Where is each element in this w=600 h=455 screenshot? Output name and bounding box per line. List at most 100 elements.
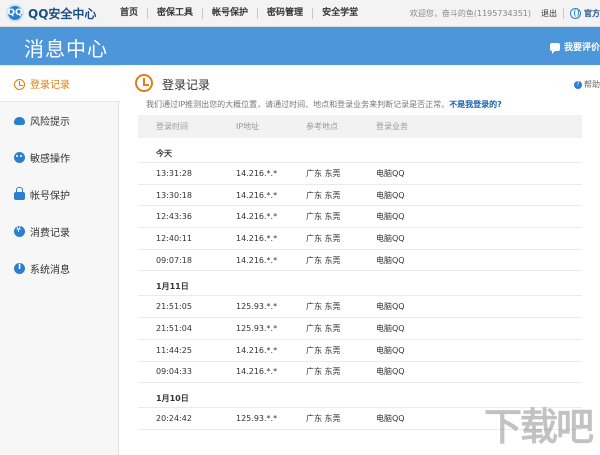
login-service: 电脑QQ — [376, 302, 405, 312]
top-bar: QQ QQ安全中心 首页 密保工具 帐号保护 密码管理 安全学堂 欢迎您，奋斗的… — [0, 0, 600, 27]
user-bar: 欢迎您，奋斗的鱼(1195734351) 退出 官方 — [410, 0, 600, 27]
table-row: 09:07:18 14.216.*.* 广东 东莞 电脑QQ — [138, 250, 582, 272]
clock-icon — [14, 79, 25, 90]
table-row: 12:40:11 14.216.*.* 广东 东莞 电脑QQ — [138, 228, 582, 250]
qq-logo-icon: QQ — [6, 4, 24, 22]
nav-home[interactable]: 首页 — [118, 8, 149, 19]
page-title: 消息中心 — [24, 37, 108, 61]
sidebar-item-login-records[interactable]: 登录记录 — [0, 65, 120, 102]
top-nav: 首页 密保工具 帐号保护 密码管理 安全学堂 — [118, 0, 367, 27]
ip-address: 14.216.*.* — [236, 255, 278, 265]
chat-icon — [549, 42, 560, 54]
sidebar-item-label: 敏感操作 — [30, 154, 70, 165]
nav-security-tools[interactable]: 密保工具 — [148, 8, 204, 19]
date-group-title: 1月11日 — [138, 271, 582, 297]
nav-security-school[interactable]: 安全学堂 — [313, 8, 367, 19]
section-header: 登录记录 ? 帮助 我们通过IP推测出您的大概位置，请通过时间、地点和登录业务来… — [120, 65, 600, 113]
page-header: 消息中心 我要评价 — [0, 27, 600, 65]
login-service: 电脑QQ — [376, 345, 405, 355]
help-icon: ? — [574, 80, 582, 89]
face-icon — [14, 152, 25, 163]
ip-address: 14.216.*.* — [236, 168, 278, 178]
location: 广东 东莞 — [306, 255, 341, 265]
ip-address: 125.93.*.* — [236, 302, 278, 312]
feedback-button[interactable]: 我要评价 — [549, 40, 600, 54]
logo-text: QQ安全中心 — [28, 6, 97, 21]
ip-address: 14.216.*.* — [236, 190, 278, 200]
lock-icon — [14, 187, 25, 200]
clock-icon — [135, 74, 153, 92]
table-row: 21:51:04 125.93.*.* 广东 东莞 电脑QQ — [138, 318, 582, 340]
sidebar: 登录记录 风险提示 敏感操作 帐号保护 消费记录 系统消息 — [0, 65, 120, 455]
sidebar-item-account-protection[interactable]: 帐号保护 — [0, 176, 118, 213]
hint-body: 我们通过IP推测出您的大概位置，请通过时间、地点和登录业务来判断记录是否正常。 — [146, 100, 450, 109]
ip-address: 14.216.*.* — [236, 345, 278, 355]
location: 广东 东莞 — [306, 190, 341, 200]
feedback-label: 我要评价 — [563, 43, 600, 53]
location: 广东 东莞 — [306, 302, 341, 312]
help-link[interactable]: ? 帮助 — [574, 79, 600, 90]
ip-address: 125.93.*.* — [236, 414, 278, 424]
coin-icon — [14, 225, 25, 237]
login-time: 13:30:18 — [156, 190, 192, 200]
login-time: 21:51:05 — [156, 302, 192, 312]
sidebar-item-system-messages[interactable]: 系统消息 — [0, 250, 118, 287]
nav-account-protection[interactable]: 帐号保护 — [203, 8, 259, 19]
logout-link[interactable]: 退出 — [541, 8, 557, 19]
location: 广东 东莞 — [306, 212, 341, 222]
login-service: 电脑QQ — [376, 190, 405, 200]
watermark-logo: 下载吧 — [483, 405, 594, 449]
login-service: 电脑QQ — [376, 233, 405, 243]
sidebar-item-spending-records[interactable]: 消费记录 — [0, 213, 118, 250]
login-time: 13:31:28 — [156, 168, 192, 178]
table-body: 今天 13:31:28 14.216.*.* 广东 东莞 电脑QQ 13:30:18 14.… — [138, 138, 582, 430]
login-time: 09:04:33 — [156, 367, 192, 377]
ip-address: 125.93.*.* — [236, 323, 278, 333]
login-service: 电脑QQ — [376, 255, 405, 265]
login-service: 电脑QQ — [376, 212, 405, 222]
sidebar-item-label: 系统消息 — [30, 265, 70, 276]
divider — [563, 8, 564, 19]
login-time: 20:24:42 — [156, 414, 192, 424]
column-header-ip: IP地址 — [236, 122, 260, 131]
login-service: 电脑QQ — [376, 414, 405, 424]
column-header-service: 登录业务 — [376, 122, 408, 131]
login-time: 11:44:25 — [156, 345, 192, 355]
official-link[interactable]: 官方 — [570, 8, 600, 19]
login-time: 12:43:36 — [156, 212, 192, 222]
not-me-link[interactable]: 不是我登录的? — [449, 100, 502, 109]
table-row: 21:51:05 125.93.*.* 广东 东莞 电脑QQ — [138, 296, 582, 319]
table-row: 13:31:28 14.216.*.* 广东 东莞 电脑QQ — [138, 163, 582, 185]
login-records-table: 登录时间 IP地址 参考地点 登录业务 今天 13:31:28 14.216.*.*… — [138, 115, 582, 430]
login-service: 电脑QQ — [376, 367, 405, 377]
login-time: 12:40:11 — [156, 233, 192, 243]
table-row: 13:30:18 14.216.*.* 广东 东莞 电脑QQ — [138, 185, 582, 207]
info-icon — [14, 262, 25, 274]
hint-text: 我们通过IP推测出您的大概位置，请通过时间、地点和登录业务来判断记录是否正常。不… — [146, 99, 502, 110]
login-time: 09:07:18 — [156, 255, 192, 265]
login-service: 电脑QQ — [376, 323, 405, 333]
sidebar-item-label: 登录记录 — [30, 80, 70, 91]
greeting-text: 欢迎您，奋斗的鱼(1195734351) — [409, 9, 531, 18]
location: 广东 东莞 — [306, 168, 341, 178]
table-row: 11:44:25 14.216.*.* 广东 东莞 电脑QQ — [138, 340, 582, 362]
official-label: 官方 — [584, 9, 600, 18]
column-header-time: 登录时间 — [156, 122, 188, 131]
login-time: 21:51:04 — [156, 323, 192, 333]
location: 广东 东莞 — [306, 345, 341, 355]
sidebar-item-label: 消费记录 — [30, 228, 70, 239]
logo[interactable]: QQ QQ安全中心 — [6, 4, 96, 22]
location: 广东 东莞 — [306, 414, 341, 424]
date-group-title: 今天 — [138, 138, 582, 163]
ip-address: 14.216.*.* — [236, 212, 278, 222]
login-service: 电脑QQ — [376, 168, 405, 178]
sidebar-item-label: 帐号保护 — [30, 191, 70, 202]
sidebar-item-sensitive-ops[interactable]: 敏感操作 — [0, 139, 118, 176]
nav-password-management[interactable]: 密码管理 — [258, 8, 314, 19]
sidebar-item-risk-alerts[interactable]: 风险提示 — [0, 102, 118, 139]
column-header-location: 参考地点 — [306, 122, 338, 131]
table-row: 12:43:36 14.216.*.* 广东 东莞 电脑QQ — [138, 206, 582, 229]
ip-address: 14.216.*.* — [236, 367, 278, 377]
ip-address: 14.216.*.* — [236, 233, 278, 243]
sidebar-item-label: 风险提示 — [30, 117, 70, 128]
